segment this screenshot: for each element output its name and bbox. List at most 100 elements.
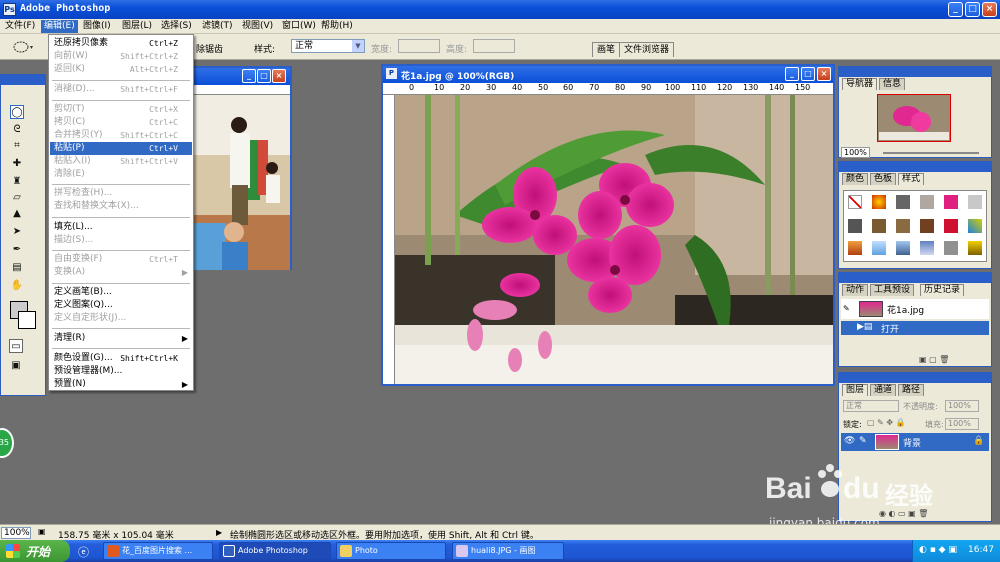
menu-item-transform[interactable]: 变换(A) ▶: [50, 266, 192, 279]
start-button[interactable]: 开始: [0, 540, 70, 562]
doc-close-button[interactable]: ×: [817, 67, 831, 81]
close-button[interactable]: ×: [982, 2, 997, 17]
style-swatch[interactable]: [920, 219, 934, 233]
tray-icons[interactable]: ◐ ▪ ◆ ▣: [919, 545, 957, 555]
task-browser[interactable]: 花_百度图片搜索 ...: [103, 542, 213, 560]
menu-item-purge[interactable]: 清理(R) ▶: [50, 332, 192, 345]
menu-layer[interactable]: 图层(L): [119, 20, 155, 33]
menu-item-paste-into[interactable]: 粘贴入(I) Shift+Ctrl+V: [50, 155, 192, 168]
screen-mode-icon[interactable]: ▣: [9, 359, 23, 373]
style-swatch[interactable]: [848, 241, 862, 255]
menu-item-preset-manager[interactable]: 预设管理器(M)...: [50, 365, 192, 378]
menu-item-spell-check[interactable]: 拼写检查(H)...: [50, 187, 192, 200]
menu-item-fade[interactable]: 消褪(D)... Shift+Ctrl+F: [50, 83, 192, 96]
menu-file[interactable]: 文件(F): [2, 20, 38, 33]
menu-select[interactable]: 选择(S): [158, 20, 195, 33]
history-snapshot-row[interactable]: ✎ 花1a.jpg: [841, 299, 989, 319]
menu-item-define-brush[interactable]: 定义画笔(B)...: [50, 286, 192, 299]
menu-item-step-forward[interactable]: 向前(W) Shift+Ctrl+Z: [50, 50, 192, 63]
menu-item-define-shape[interactable]: 定义自定形状(J)...: [50, 312, 192, 325]
style-select[interactable]: 正常 ▼: [291, 39, 365, 53]
menu-help[interactable]: 帮助(H): [318, 20, 356, 33]
eye-icon[interactable]: 👁: [844, 436, 855, 446]
style-swatch[interactable]: [872, 241, 886, 255]
standard-mode-icon[interactable]: ▭: [9, 339, 23, 353]
style-swatch[interactable]: [920, 195, 934, 209]
crop-tool-icon[interactable]: ⌗: [10, 139, 24, 153]
blur-tool-icon[interactable]: ▲: [10, 207, 24, 221]
fill-field[interactable]: 100%: [945, 418, 979, 430]
width-field[interactable]: [398, 39, 440, 53]
style-swatch[interactable]: [968, 241, 982, 255]
blend-mode-select[interactable]: 正常: [843, 400, 899, 412]
task-photoshop[interactable]: Adobe Photoshop: [219, 542, 331, 560]
maximize-button[interactable]: □: [965, 2, 980, 17]
doc2-maximize-button[interactable]: □: [257, 69, 271, 83]
menu-item-free-transform[interactable]: 自由变换(F) Ctrl+T: [50, 253, 192, 266]
style-swatch[interactable]: [872, 219, 886, 233]
menu-item-clear[interactable]: 清除(E): [50, 168, 192, 181]
tab-tool-presets[interactable]: 工具预设: [870, 284, 915, 296]
menu-item-find-replace[interactable]: 查找和替换文本(X)...: [50, 200, 192, 213]
history-state-open[interactable]: ▶▤ 打开: [841, 321, 989, 335]
style-swatch[interactable]: [896, 219, 910, 233]
path-select-icon[interactable]: ➤: [10, 225, 24, 239]
pen-tool-icon[interactable]: ✒: [10, 243, 24, 257]
menu-item-paste[interactable]: 粘贴(P) Ctrl+V: [50, 142, 192, 155]
style-swatch[interactable]: [872, 195, 886, 209]
zoom-slider[interactable]: [883, 152, 979, 154]
doc2-minimize-button[interactable]: _: [242, 69, 256, 83]
tab-styles[interactable]: 样式: [898, 173, 925, 185]
menu-view[interactable]: 视图(V): [239, 20, 276, 33]
height-field[interactable]: [473, 39, 515, 53]
tab-channels[interactable]: 通道: [870, 384, 897, 396]
style-swatch[interactable]: [944, 219, 958, 233]
menu-item-preferences[interactable]: 预置(N) ▶: [50, 378, 192, 391]
doc-maximize-button[interactable]: □: [801, 67, 815, 81]
style-swatch[interactable]: [944, 241, 958, 255]
menu-item-step-backward[interactable]: 返回(K) Alt+Ctrl+Z: [50, 63, 192, 76]
status-zoom-field[interactable]: 100%: [1, 527, 31, 539]
lock-icons[interactable]: ▢ ✎ ✥ 🔒: [867, 418, 906, 427]
style-swatch[interactable]: [968, 195, 982, 209]
tab-swatches[interactable]: 色板: [870, 173, 897, 185]
notes-tool-icon[interactable]: ▤: [10, 261, 24, 275]
doc-minimize-button[interactable]: _: [785, 67, 799, 81]
menu-item-color-settings[interactable]: 颜色设置(G)... Shift+Ctrl+K: [50, 352, 192, 365]
background-color-swatch[interactable]: [18, 311, 36, 329]
side-badge[interactable]: 35: [0, 428, 14, 458]
style-swatch[interactable]: [968, 219, 982, 233]
opacity-field[interactable]: 100%: [945, 400, 979, 412]
marquee-tool-icon[interactable]: ◯: [10, 105, 24, 119]
style-swatch[interactable]: [896, 241, 910, 255]
tab-actions[interactable]: 动作: [842, 284, 869, 296]
status-triangle-icon[interactable]: ▶: [216, 528, 222, 537]
stamp-tool-icon[interactable]: ♜: [10, 175, 24, 189]
style-swatch[interactable]: [848, 195, 862, 209]
menu-image[interactable]: 图像(I): [80, 20, 114, 33]
task-photo-folder[interactable]: Photo: [336, 542, 446, 560]
ellipse-marquee-icon[interactable]: [12, 40, 34, 54]
menu-item-stroke[interactable]: 描边(S)...: [50, 234, 192, 247]
task-paint[interactable]: huali8.JPG - 画图: [452, 542, 564, 560]
style-swatch[interactable]: [848, 219, 862, 233]
menu-item-copy[interactable]: 拷贝(C) Ctrl+C: [50, 116, 192, 129]
tab-brushes[interactable]: 画笔: [592, 42, 621, 57]
style-swatch[interactable]: [896, 195, 910, 209]
style-swatch[interactable]: [920, 241, 934, 255]
hand-tool-icon[interactable]: ✋: [10, 279, 24, 293]
lasso-tool-icon[interactable]: ᘓ: [10, 123, 24, 137]
menu-filter[interactable]: 滤镜(T): [199, 20, 236, 33]
menu-item-undo[interactable]: 还原拷贝像素 Ctrl+Z: [50, 37, 192, 50]
minimize-button[interactable]: _: [948, 2, 963, 17]
menu-edit[interactable]: 编辑(E): [41, 20, 78, 33]
tab-layers[interactable]: 图层: [842, 384, 869, 396]
ie-quicklaunch-icon[interactable]: ⓔ: [78, 544, 89, 560]
tab-history[interactable]: 历史记录: [920, 284, 965, 296]
tab-color[interactable]: 颜色: [842, 173, 869, 185]
tab-file-browser[interactable]: 文件浏览器: [619, 42, 675, 57]
tab-navigator[interactable]: 导航器: [842, 78, 878, 90]
menu-item-define-pattern[interactable]: 定义图案(Q)...: [50, 299, 192, 312]
menu-item-cut[interactable]: 剪切(T) Ctrl+X: [50, 103, 192, 116]
menu-item-copy-merged[interactable]: 合并拷贝(Y) Shift+Ctrl+C: [50, 129, 192, 142]
